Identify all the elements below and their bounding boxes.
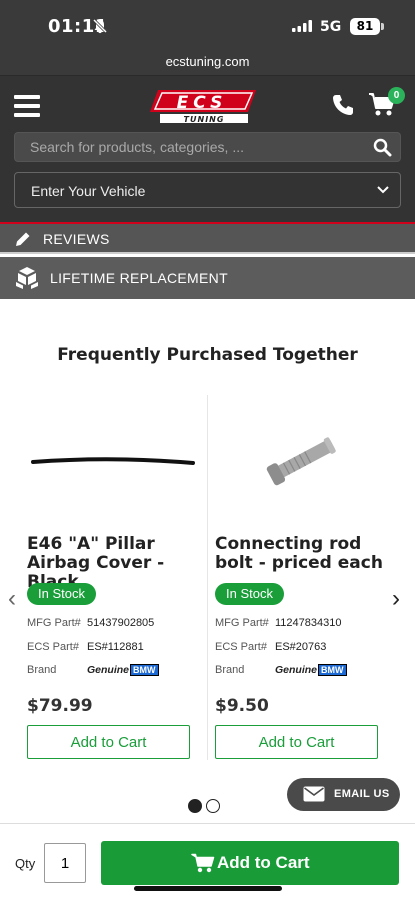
- network-label: 5G: [320, 19, 342, 35]
- email-us-button[interactable]: EMAIL US: [287, 778, 400, 811]
- add-to-cart-button[interactable]: Add to Cart: [27, 725, 190, 759]
- signal-icon: [292, 20, 312, 32]
- vehicle-select[interactable]: Enter Your Vehicle: [14, 172, 401, 208]
- bmw-logo: BMW: [318, 664, 347, 676]
- mfg-part-row: MFG Part# 11247834310: [215, 617, 395, 629]
- brand-genuine: Genuine: [275, 664, 318, 676]
- spec-key: ECS Part#: [215, 641, 267, 653]
- home-indicator[interactable]: [134, 886, 282, 891]
- add-to-cart-main-label: Add to Cart: [217, 853, 310, 872]
- email-us-label: EMAIL US: [334, 788, 390, 800]
- carousel-dots: [188, 797, 224, 815]
- qty-label: Qty: [15, 856, 36, 871]
- reviews-label: REVIEWS: [43, 231, 110, 247]
- spec-value: ES#20763: [275, 641, 327, 653]
- envelope-icon: [303, 786, 325, 802]
- battery-icon: 81: [350, 18, 380, 35]
- brand-genuine: Genuine: [87, 664, 130, 676]
- carousel-dot[interactable]: [206, 798, 220, 813]
- carousel-next-icon[interactable]: ›: [392, 585, 400, 613]
- phone-icon[interactable]: [331, 93, 355, 117]
- search-input[interactable]: [15, 133, 365, 161]
- lifetime-replacement-bar[interactable]: LIFETIME REPLACEMENT: [0, 257, 415, 299]
- spec-value: ES#112881: [87, 641, 144, 653]
- logo-text: ECS: [177, 93, 228, 113]
- brand-row: Brand Genuine BMW: [27, 664, 207, 676]
- cart-count-badge[interactable]: 0: [388, 87, 405, 104]
- bmw-logo: BMW: [130, 664, 159, 676]
- add-to-cart-button[interactable]: Add to Cart: [215, 725, 378, 759]
- product-price: $9.50: [215, 696, 269, 716]
- status-bar: 01:11 5G 81: [0, 0, 415, 50]
- spec-value: 11247834310: [275, 617, 342, 629]
- reviews-bar[interactable]: REVIEWS: [0, 224, 415, 254]
- spec-key: Brand: [215, 664, 245, 676]
- menu-icon[interactable]: [14, 95, 40, 119]
- lifetime-replacement-label: LIFETIME REPLACEMENT: [50, 270, 228, 286]
- spec-key: MFG Part#: [27, 617, 81, 629]
- search-bar: [14, 132, 401, 162]
- cart-icon: [191, 853, 215, 873]
- bell-muted-icon: [92, 18, 108, 34]
- qty-input[interactable]: [44, 843, 86, 883]
- section-title: Frequently Purchased Together: [57, 345, 358, 365]
- mfg-part-row: MFG Part# 51437902805: [27, 617, 207, 629]
- spec-key: Brand: [27, 664, 57, 676]
- add-to-cart-main-button[interactable]: Add to Cart: [101, 841, 399, 885]
- ecs-part-row: ECS Part# ES#112881: [27, 641, 207, 653]
- boxes-icon: [16, 267, 38, 289]
- chevron-down-icon: [377, 186, 389, 194]
- search-icon[interactable]: [373, 138, 392, 157]
- carousel-prev-icon[interactable]: ‹: [8, 585, 16, 613]
- logo-subtext: TUNING: [184, 115, 225, 124]
- stock-badge: In Stock: [215, 583, 284, 605]
- stock-badge: In Stock: [27, 583, 96, 605]
- product-image[interactable]: [27, 400, 197, 520]
- battery-tip: [381, 23, 384, 30]
- product-price: $79.99: [27, 696, 93, 716]
- product-name[interactable]: Connecting rod bolt - priced each: [215, 535, 395, 573]
- product-image[interactable]: [215, 400, 385, 520]
- ecs-part-row: ECS Part# ES#20763: [215, 641, 395, 653]
- spec-key: ECS Part#: [27, 641, 79, 653]
- spec-value: 51437902805: [87, 617, 155, 629]
- ecs-tuning-logo[interactable]: ECS TUNING: [150, 88, 258, 124]
- url-bar[interactable]: ecstuning.com: [0, 50, 415, 76]
- spec-key: MFG Part#: [215, 617, 269, 629]
- carousel-dot-active[interactable]: [188, 798, 202, 813]
- pencil-icon: [16, 232, 30, 246]
- product-card[interactable]: Connecting rod bolt - priced each In Sto…: [215, 400, 395, 770]
- vehicle-select-label: Enter Your Vehicle: [31, 183, 146, 199]
- product-divider: [207, 395, 208, 760]
- product-card[interactable]: E46 "A" Pillar Airbag Cover - Black In S…: [27, 400, 207, 770]
- brand-row: Brand Genuine BMW: [215, 664, 395, 676]
